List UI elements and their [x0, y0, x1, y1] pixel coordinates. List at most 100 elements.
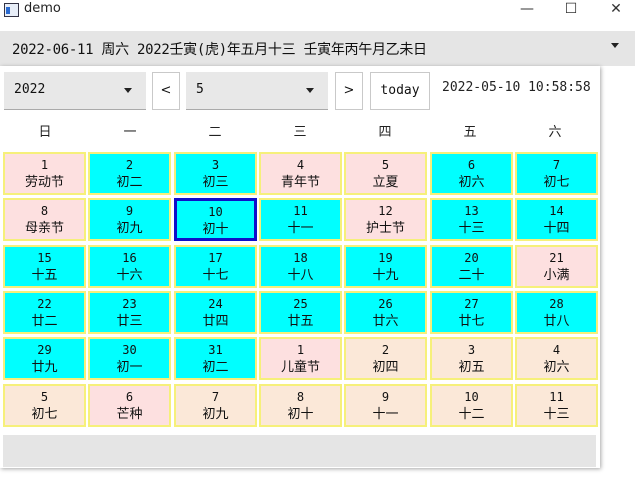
day-cell[interactable]: 20 二十 — [430, 245, 513, 288]
day-number: 16 — [122, 251, 137, 265]
day-number: 8 — [296, 390, 305, 404]
calendar-popup: 2022 < 5 > today 2022-05-10 10:58:58 日 一… — [0, 66, 600, 468]
lunar-label: 初二 — [202, 360, 229, 375]
day-number: 28 — [549, 297, 564, 311]
next-month-button[interactable]: > — [335, 72, 363, 110]
chevron-down-icon[interactable] — [306, 88, 314, 93]
day-number: 25 — [293, 297, 308, 311]
day-number: 4 — [296, 158, 305, 172]
day-cell[interactable]: 13 十三 — [430, 198, 513, 241]
lunar-label: 十一 — [287, 221, 314, 236]
day-cell[interactable]: 9 初九 — [88, 198, 171, 241]
lunar-label: 青年节 — [280, 175, 320, 190]
day-cell[interactable]: 15 十五 — [3, 245, 86, 288]
day-cell[interactable]: 8 初十 — [259, 384, 342, 427]
day-cell[interactable]: 29 廿九 — [3, 337, 86, 380]
day-cell[interactable]: 5 初七 — [3, 384, 86, 427]
day-cell[interactable]: 12 护士节 — [344, 198, 427, 241]
day-number: 30 — [122, 343, 137, 357]
day-cell[interactable]: 11 十一 — [259, 198, 342, 241]
month-select[interactable]: 5 — [186, 72, 328, 110]
day-cell[interactable]: 6 芒种 — [88, 384, 171, 427]
lunar-label: 初九 — [202, 407, 229, 422]
lunar-label: 十二 — [458, 407, 485, 422]
day-cell[interactable]: 16 十六 — [88, 245, 171, 288]
chevron-down-icon[interactable] — [124, 88, 132, 93]
day-cell[interactable]: 28 廿八 — [515, 291, 598, 334]
day-number: 22 — [37, 297, 52, 311]
day-cell[interactable]: 18 十八 — [259, 245, 342, 288]
day-cell[interactable]: 26 廿六 — [344, 291, 427, 334]
day-cell[interactable]: 8 母亲节 — [3, 198, 86, 241]
month-select-value: 5 — [196, 82, 204, 97]
day-number: 18 — [293, 251, 308, 265]
lunar-label: 初一 — [116, 360, 143, 375]
lunar-label: 廿四 — [202, 314, 229, 329]
lunar-label: 初十 — [202, 222, 229, 237]
minimize-button[interactable]: — — [505, 0, 549, 22]
lunar-label: 母亲节 — [24, 221, 64, 236]
date-combobox[interactable]: 2022-06-11 周六 2022壬寅(虎)年五月十三 壬寅年丙午月乙未日 — [0, 31, 635, 66]
prev-month-button[interactable]: < — [152, 72, 180, 110]
day-cell[interactable]: 7 初九 — [174, 384, 257, 427]
day-cell[interactable]: 21 小满 — [515, 245, 598, 288]
day-cell[interactable]: 1 劳动节 — [3, 152, 86, 195]
day-cell[interactable]: 30 初一 — [88, 337, 171, 380]
lunar-label: 廿七 — [458, 314, 485, 329]
today-button[interactable]: today — [370, 72, 430, 110]
year-select[interactable]: 2022 — [4, 72, 146, 110]
lunar-label: 十四 — [543, 221, 570, 236]
day-cell[interactable]: 14 十四 — [515, 198, 598, 241]
lunar-label: 十五 — [31, 268, 58, 283]
day-cell[interactable]: 1 儿童节 — [259, 337, 342, 380]
close-button[interactable]: ✕ — [594, 0, 635, 22]
day-cell[interactable]: 4 青年节 — [259, 152, 342, 195]
day-cell[interactable]: 23 廿三 — [88, 291, 171, 334]
maximize-button[interactable]: ☐ — [549, 0, 593, 22]
day-number: 11 — [549, 390, 564, 404]
lunar-label: 护士节 — [365, 221, 405, 236]
day-cell[interactable]: 5 立夏 — [344, 152, 427, 195]
chevron-down-icon[interactable] — [611, 43, 619, 48]
day-number: 23 — [122, 297, 137, 311]
day-cell[interactable]: 3 初三 — [174, 152, 257, 195]
lunar-label: 芒种 — [116, 407, 143, 422]
day-cell-selected[interactable]: 10 初十 — [174, 198, 257, 241]
day-cell[interactable]: 4 初六 — [515, 337, 598, 380]
weekday-label: 二 — [208, 125, 222, 140]
day-cell[interactable]: 27 廿七 — [430, 291, 513, 334]
day-number: 9 — [381, 390, 390, 404]
day-cell[interactable]: 22 廿二 — [3, 291, 86, 334]
day-cell[interactable]: 2 初四 — [344, 337, 427, 380]
day-cell[interactable]: 2 初二 — [88, 152, 171, 195]
day-cell[interactable]: 19 十九 — [344, 245, 427, 288]
weekday-label: 三 — [293, 125, 307, 140]
lunar-label: 初六 — [543, 360, 570, 375]
day-cell[interactable]: 17 十七 — [174, 245, 257, 288]
lunar-label: 儿童节 — [280, 360, 320, 375]
day-cell[interactable]: 10 十二 — [430, 384, 513, 427]
lunar-label: 廿三 — [116, 314, 143, 329]
day-number: 15 — [37, 251, 52, 265]
lunar-label: 廿六 — [372, 314, 399, 329]
lunar-label: 初十 — [287, 407, 314, 422]
day-number: 10 — [208, 205, 223, 219]
day-number: 24 — [208, 297, 223, 311]
lunar-label: 初四 — [372, 360, 399, 375]
day-number: 7 — [552, 158, 561, 172]
lunar-label: 立夏 — [372, 175, 399, 190]
day-cell[interactable]: 11 十三 — [515, 384, 598, 427]
day-number: 21 — [549, 251, 564, 265]
day-cell[interactable]: 7 初七 — [515, 152, 598, 195]
lunar-label: 十八 — [287, 268, 314, 283]
day-cell[interactable]: 3 初五 — [430, 337, 513, 380]
day-number: 9 — [125, 204, 134, 218]
lunar-label: 十三 — [543, 407, 570, 422]
lunar-label: 初七 — [543, 175, 570, 190]
day-cell[interactable]: 6 初六 — [430, 152, 513, 195]
day-cell[interactable]: 24 廿四 — [174, 291, 257, 334]
day-cell[interactable]: 25 廿五 — [259, 291, 342, 334]
day-number: 10 — [464, 390, 479, 404]
day-cell[interactable]: 9 十一 — [344, 384, 427, 427]
day-cell[interactable]: 31 初二 — [174, 337, 257, 380]
